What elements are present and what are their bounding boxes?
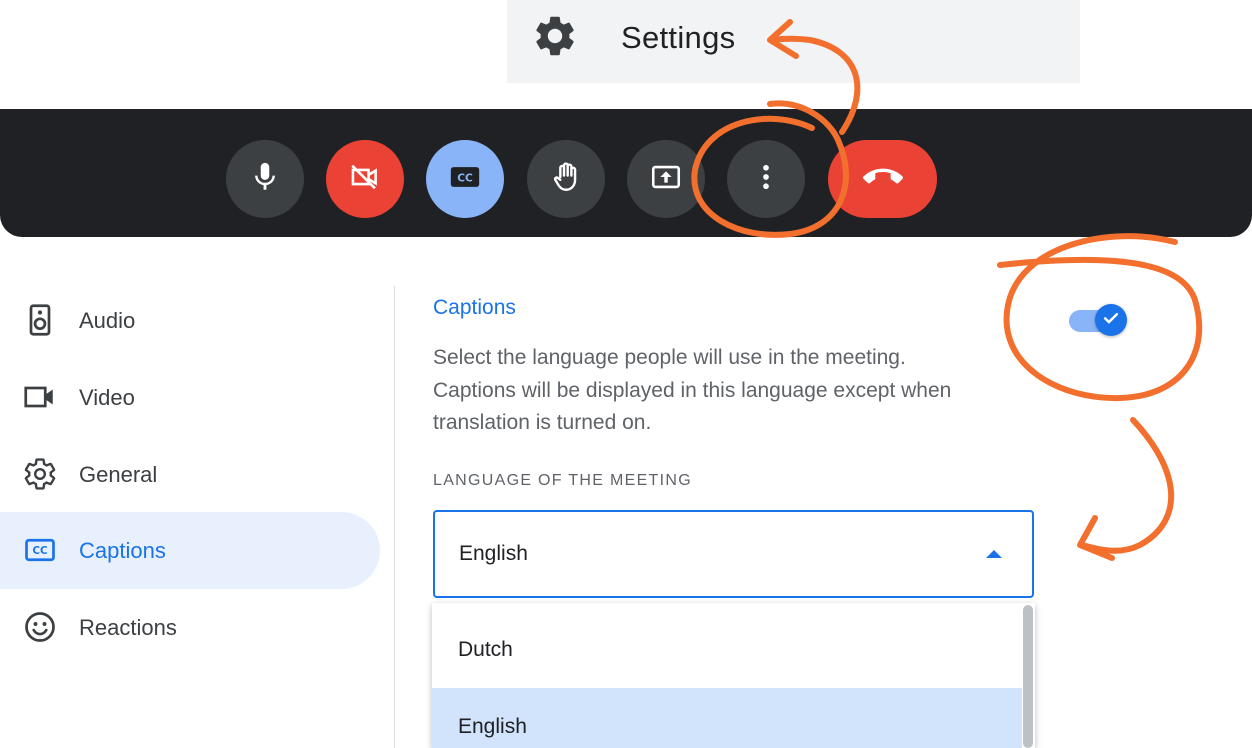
language-dropdown: Dutch English [432, 603, 1035, 748]
captions-description: Select the language people will use in t… [433, 346, 952, 434]
camera-toggle-button[interactable] [326, 140, 404, 218]
camera-off-icon [348, 160, 382, 199]
gear-icon [531, 12, 579, 65]
call-toolbar: CC [0, 109, 1252, 237]
annotation-arrow-select [1079, 417, 1174, 554]
sidebar-item-general[interactable]: General [0, 436, 380, 513]
sidebar-item-label: Captions [79, 537, 166, 563]
leave-call-button[interactable] [828, 140, 937, 218]
closed-captions-icon: CC [448, 160, 482, 199]
captions-toggle[interactable] [1067, 304, 1131, 336]
sidebar-item-audio[interactable]: Audio [0, 282, 380, 359]
present-button[interactable] [627, 140, 705, 218]
microphone-icon [248, 160, 282, 199]
language-option-label: English [458, 714, 527, 738]
sidebar-item-reactions[interactable]: Reactions [0, 589, 380, 666]
language-option-dutch[interactable]: Dutch [432, 611, 1022, 688]
language-option-label: Dutch [458, 637, 513, 661]
svg-text:CC: CC [33, 546, 48, 557]
language-option-english[interactable]: English [432, 688, 1022, 748]
sidebar-item-label: Reactions [79, 614, 177, 640]
more-options-button[interactable] [727, 140, 805, 218]
captions-section-title: Captions [433, 296, 516, 319]
settings-label: Settings [621, 20, 736, 55]
sidebar-item-label: Audio [79, 307, 136, 333]
language-select[interactable]: English [433, 510, 1034, 598]
hang-up-icon [862, 157, 903, 202]
captions-button[interactable]: CC [426, 140, 504, 218]
sidebar-item-label: Video [79, 384, 135, 410]
raise-hand-button[interactable] [527, 140, 605, 218]
settings-sidebar: Audio Video General CC Captions Reaction… [0, 280, 395, 748]
present-screen-icon [649, 160, 683, 199]
sidebar-item-label: General [79, 461, 158, 487]
dropdown-scrollbar[interactable] [1023, 605, 1033, 748]
microphone-button[interactable] [226, 140, 304, 218]
sidebar-item-video[interactable]: Video [0, 359, 380, 436]
settings-menu-item[interactable]: Settings [531, 12, 735, 64]
sidebar-item-captions[interactable]: CC Captions [0, 512, 380, 589]
panel-divider [394, 286, 395, 748]
svg-text:CC: CC [457, 171, 473, 184]
checkmark-icon [1101, 308, 1121, 333]
toggle-knob [1095, 304, 1127, 336]
language-select-value: English [459, 542, 528, 565]
caret-up-icon [986, 550, 1002, 558]
annotation-arrowhead-select [1077, 515, 1115, 561]
more-vertical-icon [749, 160, 783, 199]
hand-icon [549, 160, 583, 199]
settings-menu: Settings [507, 0, 1080, 83]
language-field-label: LANGUAGE OF THE MEETING [433, 472, 692, 489]
